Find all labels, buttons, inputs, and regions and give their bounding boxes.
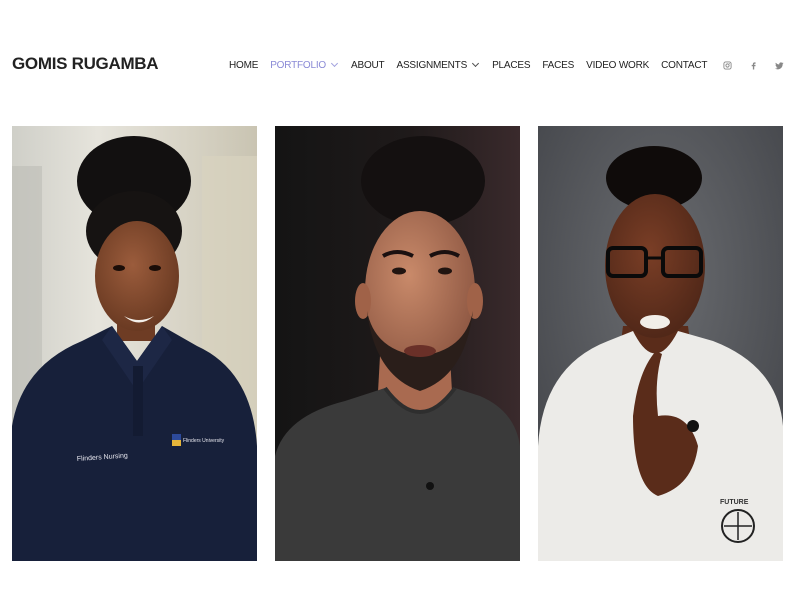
nav-assignments[interactable]: ASSIGNMENTS (396, 59, 480, 71)
shirt-logo-text: Flinders University (183, 438, 225, 444)
gallery-photo[interactable]: Flinders Nursing Flinders University (12, 126, 257, 561)
nav-faces-label: FACES (542, 59, 575, 71)
gallery-photo[interactable] (275, 126, 520, 561)
twitter-icon[interactable] (774, 59, 784, 71)
nav-assignments-label: ASSIGNMENTS (396, 59, 468, 71)
main-nav: HOME PORTFOLIO ABOUT ASSIGNMENTS PLACES … (229, 58, 719, 72)
nav-places-label: PLACES (492, 59, 531, 71)
nav-faces[interactable]: FACES (542, 60, 574, 71)
nav-portfolio[interactable]: PORTFOLIO (270, 59, 339, 71)
facebook-icon[interactable] (748, 59, 758, 71)
nav-contact-label: CONTACT (661, 59, 708, 71)
portrait-photo-man-dark (275, 126, 520, 561)
nav-about[interactable]: ABOUT (351, 59, 385, 71)
chevron-down-icon (330, 59, 339, 68)
instagram-icon[interactable] (722, 59, 732, 71)
portfolio-gallery: Flinders Nursing Flinders University FUT… (12, 126, 784, 561)
nav-about-label: ABOUT (351, 59, 385, 71)
portrait-photo-woman: Flinders Nursing Flinders University (12, 126, 257, 561)
portrait-photo-man-glasses: FUTURE (538, 126, 783, 561)
shirt-text: FUTURE (720, 499, 749, 506)
nav-home[interactable]: HOME (229, 60, 258, 71)
nav-video-work-label: VIDEO WORK (586, 59, 650, 71)
chevron-down-icon (472, 59, 480, 68)
nav-places[interactable]: PLACES (492, 60, 530, 71)
nav-contact[interactable]: CONTACT (661, 60, 707, 71)
nav-home-label: HOME (229, 59, 259, 71)
site-logo[interactable]: GOMIS RUGAMBA (12, 54, 159, 74)
social-links (706, 59, 784, 71)
nav-video-work[interactable]: VIDEO WORK (586, 60, 649, 71)
nav-portfolio-label: PORTFOLIO (270, 59, 327, 71)
site-header: GOMIS RUGAMBA HOME PORTFOLIO ABOUT ASSIG… (0, 0, 800, 126)
gallery-photo[interactable]: FUTURE (538, 126, 783, 561)
